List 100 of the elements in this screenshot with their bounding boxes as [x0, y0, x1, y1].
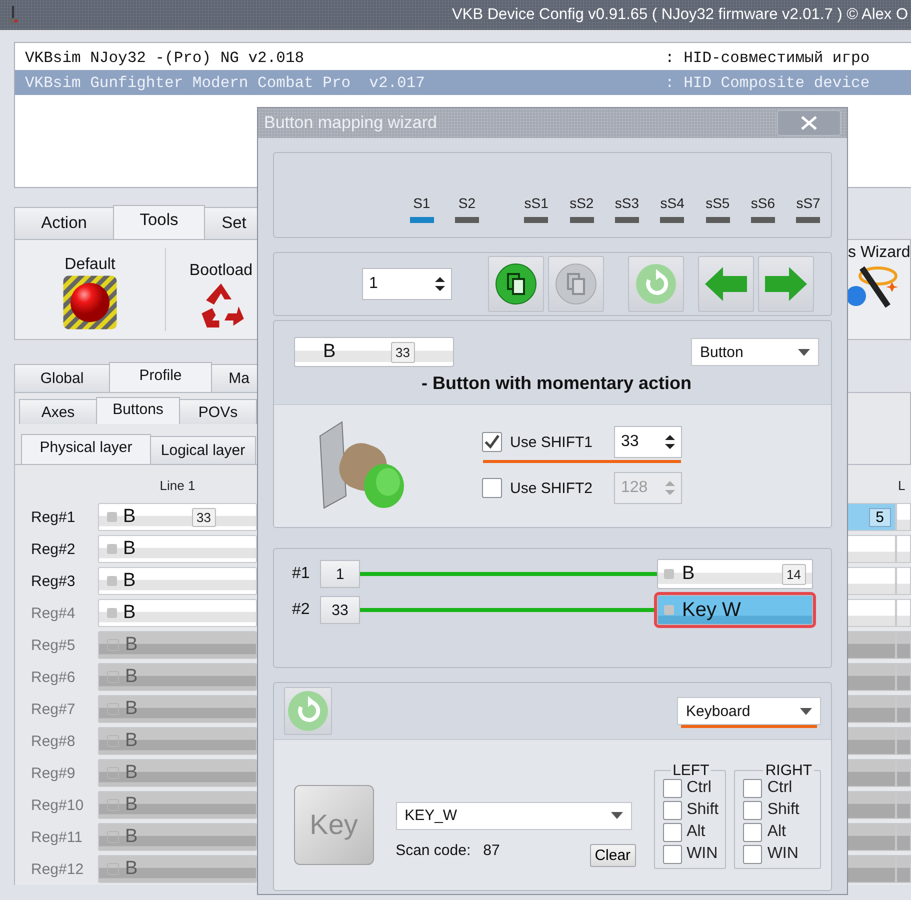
chip-label: Key W — [682, 598, 741, 622]
spin-arrows-icon[interactable] — [435, 276, 445, 292]
checkbox-label: Shift — [686, 801, 719, 819]
checkbox[interactable] — [662, 800, 682, 820]
index-button[interactable]: 1 — [320, 560, 360, 588]
mapping-label: #2 — [292, 601, 311, 619]
button-slot[interactable] — [896, 823, 911, 851]
wizard-tool-button[interactable]: s Wizard — [848, 240, 910, 339]
register-label: Reg#1 — [31, 508, 76, 526]
shift-label: S2 — [458, 195, 476, 211]
button-slot[interactable] — [896, 663, 911, 691]
number-spinner[interactable]: 1 — [362, 268, 452, 300]
checkbox-label: WIN — [686, 845, 718, 863]
tab[interactable]: Global — [14, 364, 110, 392]
tab[interactable]: Logical layer — [150, 436, 256, 464]
button-slot[interactable]: B — [98, 791, 257, 819]
button-slot[interactable]: B — [98, 727, 257, 755]
shift-label: sS5 — [706, 195, 730, 211]
slot-label: B — [123, 538, 136, 560]
square-icon — [107, 831, 119, 843]
button-slot[interactable] — [896, 727, 911, 755]
button-slot[interactable]: B — [98, 567, 257, 595]
mode-caption: - Button with momentary action — [420, 373, 692, 394]
reset-button[interactable] — [284, 687, 332, 735]
button-slot[interactable] — [896, 791, 911, 819]
button-slot[interactable] — [896, 695, 911, 723]
target-chip[interactable]: B 14 — [657, 559, 813, 589]
target-chip[interactable]: Key W — [657, 595, 813, 625]
button-chip[interactable]: B 33 — [294, 337, 454, 367]
button-slot[interactable]: B — [98, 535, 257, 563]
checkbox[interactable] — [743, 844, 762, 864]
button-slot[interactable] — [896, 503, 911, 531]
tab[interactable]: Action — [14, 207, 114, 239]
clear-button[interactable]: Clear — [590, 844, 636, 866]
output-dropdown[interactable]: Keyboard — [677, 697, 821, 725]
button-slot[interactable]: B — [98, 759, 257, 787]
square-icon — [107, 863, 119, 875]
slot-label: B — [125, 698, 138, 720]
button-slot[interactable]: B — [98, 855, 257, 883]
paste-icon — [555, 263, 597, 305]
button-slot[interactable] — [896, 759, 911, 787]
checkbox[interactable] — [482, 432, 502, 452]
button-slot[interactable]: B — [98, 631, 257, 659]
slot-label: B — [123, 506, 136, 528]
register-label: Reg#6 — [31, 668, 76, 686]
shift-label: sS4 — [660, 195, 684, 211]
button-slot[interactable]: B — [98, 599, 257, 627]
scan-code-label: Scan code: 87 — [396, 842, 500, 858]
close-icon — [800, 116, 818, 130]
square-icon — [107, 671, 119, 683]
chip-label: B — [323, 341, 336, 363]
checkbox-label: Alt — [686, 823, 706, 841]
square-icon — [107, 735, 119, 747]
count-badge: 14 — [782, 564, 806, 584]
register-label: Reg#12 — [31, 860, 85, 878]
count-badge: 5 — [868, 508, 891, 526]
column-header: L — [898, 478, 906, 492]
button-slot[interactable] — [896, 535, 911, 563]
button-slot[interactable]: B — [98, 663, 257, 691]
toolbar-button[interactable] — [488, 256, 544, 312]
checkbox[interactable] — [743, 778, 762, 798]
button-slot[interactable]: B 33 — [98, 503, 257, 531]
square-icon — [107, 703, 119, 715]
key-cap-image: Key — [294, 785, 374, 865]
caret-icon — [800, 708, 812, 714]
tab[interactable]: Physical layer — [21, 434, 151, 464]
square-icon — [664, 569, 674, 579]
key-dropdown[interactable]: KEY_W — [396, 802, 632, 830]
joystick-icon — [6, 5, 20, 25]
checkbox[interactable] — [662, 844, 682, 864]
type-dropdown[interactable]: Button — [691, 338, 819, 366]
slot-label: B — [125, 730, 138, 752]
number-spinner[interactable]: 33 — [614, 426, 682, 458]
button-slot[interactable] — [896, 599, 911, 627]
tab[interactable]: POVs — [179, 399, 257, 424]
close-button[interactable] — [777, 110, 841, 136]
button-slot[interactable]: B — [98, 695, 257, 723]
slot-label: B — [125, 858, 138, 880]
checkbox[interactable] — [743, 800, 762, 820]
column-header: Line 1 — [160, 478, 196, 492]
checkbox[interactable] — [662, 822, 682, 842]
button-slot[interactable] — [896, 855, 911, 883]
checkbox[interactable] — [743, 822, 762, 842]
tab[interactable]: Axes — [19, 399, 97, 424]
tool-button[interactable]: Default — [15, 248, 166, 331]
arrow-left-icon — [703, 265, 749, 303]
group-title: RIGHT — [764, 762, 813, 778]
index-button[interactable]: 33 — [320, 596, 360, 624]
button-slot[interactable]: B — [98, 823, 257, 851]
tab[interactable]: Tools — [113, 205, 205, 239]
device-description: : HID-совместимый игро — [665, 48, 870, 66]
checkbox[interactable] — [662, 778, 682, 798]
tab[interactable]: Profile — [109, 362, 212, 392]
device-row[interactable]: VKBsim NJoy32 -(Pro) NG v2.018 : HID-совместимый игро — [15, 45, 911, 70]
button-slot[interactable] — [896, 567, 911, 595]
spin-arrows-icon[interactable] — [665, 434, 675, 450]
tab[interactable]: Buttons — [96, 397, 180, 424]
dialog-title: Button mapping wizard — [264, 113, 437, 133]
button-slot[interactable] — [896, 631, 911, 659]
group-title: LEFT — [672, 762, 710, 778]
